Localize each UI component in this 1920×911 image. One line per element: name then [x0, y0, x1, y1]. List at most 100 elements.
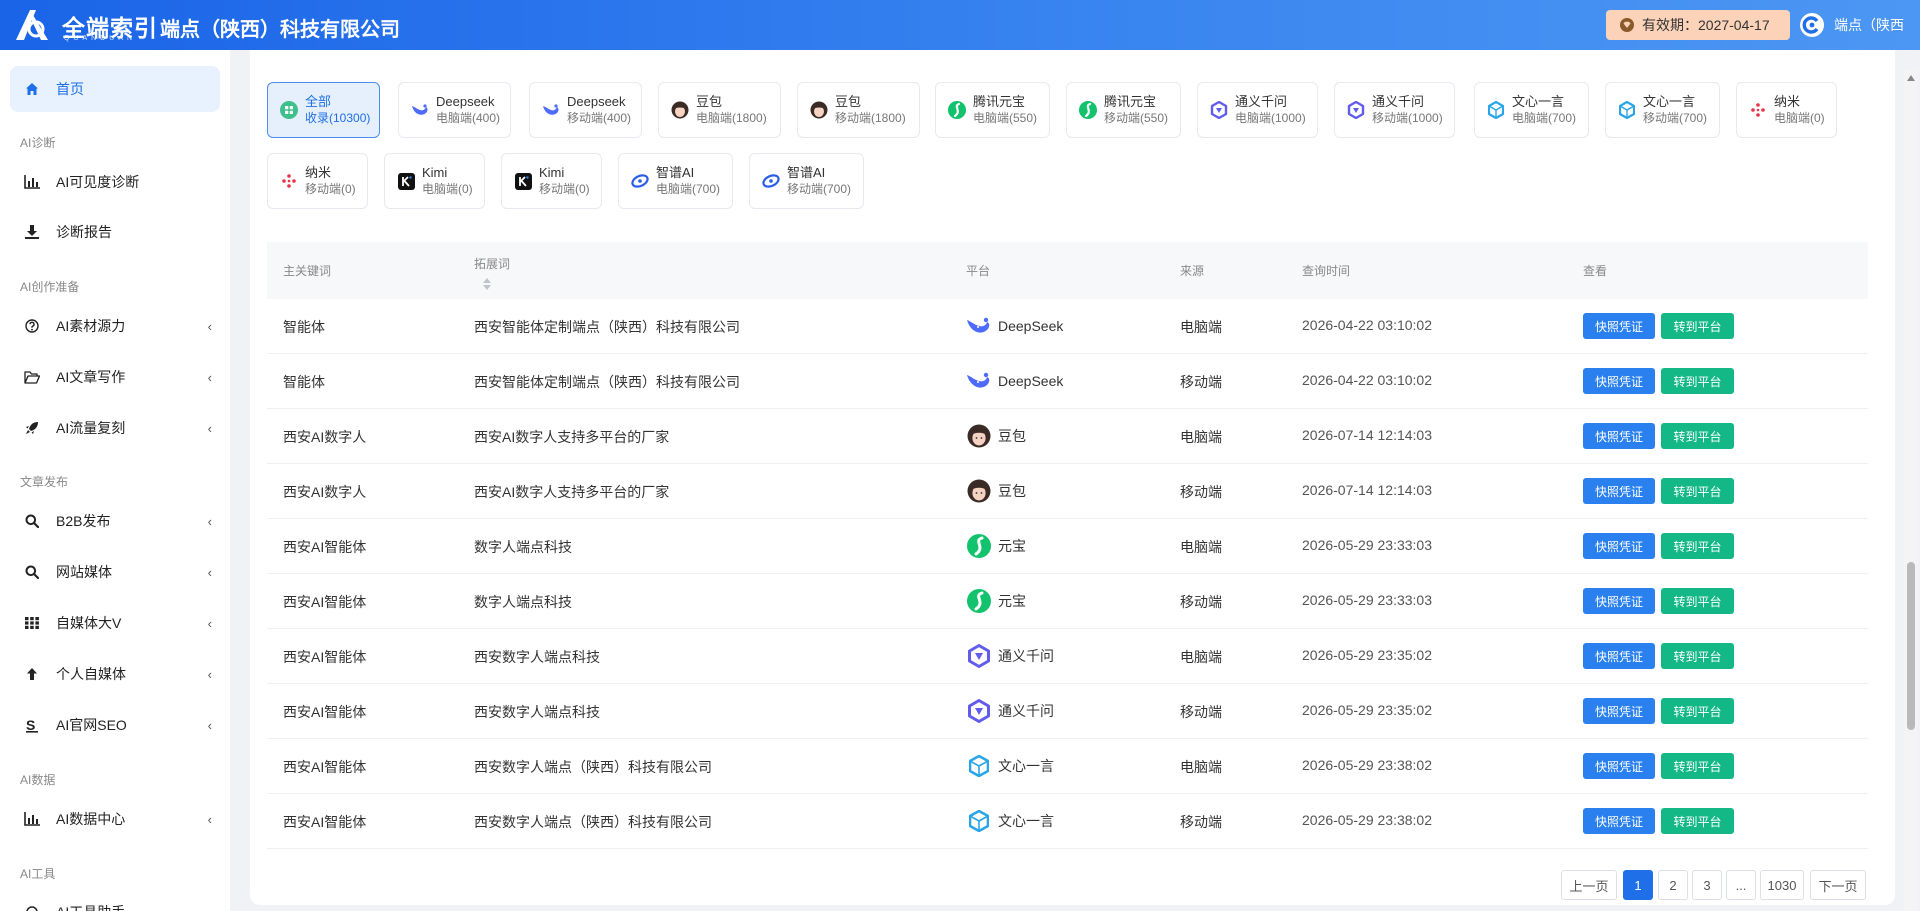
snapshot-button[interactable]: 快照凭证 — [1583, 313, 1655, 339]
snapshot-button[interactable]: 快照凭证 — [1583, 588, 1655, 614]
filter-chip-doubao-pc[interactable]: 豆包 电脑端(1800) — [658, 82, 781, 138]
goto-platform-button[interactable]: 转到平台 — [1661, 478, 1734, 504]
snapshot-button[interactable]: 快照凭证 — [1583, 698, 1655, 724]
prev-page-button[interactable]: 上一页 — [1561, 870, 1617, 900]
cell-expanded: 西安智能体定制端点（陕西）科技有限公司 — [474, 319, 740, 335]
filter-chip-name: 腾讯元宝 — [1104, 94, 1157, 109]
col-expanded[interactable]: 拓展词 — [474, 255, 510, 272]
cell-expanded: 数字人端点科技 — [474, 594, 572, 610]
goto-platform-button[interactable]: 转到平台 — [1661, 643, 1734, 669]
sidebar-item-tool-assist[interactable]: AI工具助手 — [10, 890, 220, 911]
cell-keyword: 西安AI智能体 — [283, 704, 367, 720]
sidebar-item-material[interactable]: AI素材源力 ‹ — [10, 304, 220, 348]
cell-platform: DeepSeek — [966, 313, 1063, 339]
filter-chip-zhipu-mobile[interactable]: 智谱AI 移动端(700) — [749, 153, 864, 209]
scrollbar-thumb[interactable] — [1907, 562, 1915, 730]
wenxin-icon — [1487, 101, 1505, 119]
sidebar-item-seo[interactable]: S AI官网SEO ‹ — [10, 703, 220, 747]
col-time: 查询时间 — [1302, 264, 1351, 278]
scrollbar-track[interactable] — [1904, 70, 1918, 911]
col-platform: 平台 — [966, 264, 991, 278]
cell-time: 2026-05-29 23:38:02 — [1302, 812, 1432, 828]
cell-platform: 通义千问 — [966, 698, 1054, 724]
filter-chip-count: 移动端(400) — [567, 111, 632, 125]
page-3-button[interactable]: 3 — [1692, 870, 1722, 900]
goto-platform-button[interactable]: 转到平台 — [1661, 423, 1734, 449]
sidebar-item-self-media[interactable]: 自媒体大V ‹ — [10, 601, 220, 645]
cell-source: 移动端 — [1180, 814, 1222, 830]
filter-chip-deepseek-pc[interactable]: Deepseek 电脑端(400) — [398, 82, 511, 138]
goto-platform-button[interactable]: 转到平台 — [1661, 753, 1734, 779]
sidebar-item-label: 个人自媒体 — [56, 666, 126, 682]
filter-chip-yuanbao-mobile[interactable]: 腾讯元宝 移动端(550) — [1066, 82, 1181, 138]
page-last-button[interactable]: 1030 — [1760, 870, 1804, 900]
filter-chip-count: 移动端(1000) — [1372, 111, 1443, 125]
snapshot-button[interactable]: 快照凭证 — [1583, 533, 1655, 559]
filter-chip-kimi-mobile[interactable]: Kimi 移动端(0) — [501, 153, 602, 209]
sort-icon[interactable] — [482, 277, 492, 291]
sidebar-item-writing[interactable]: AI文章写作 ‹ — [10, 355, 220, 399]
table-row: 西安AI数字人 西安AI数字人支持多平台的厂家 豆包 电脑端 2026-07-1… — [267, 409, 1868, 464]
sidebar: 首页 AI诊断 AI可见度诊断 诊断报告 AI创作准备 AI素材源力 ‹ AI文… — [0, 50, 230, 911]
folder-open-icon — [24, 369, 40, 385]
table-header: 主关键词 拓展词 平台 来源 查询时间 查看 — [267, 242, 1868, 299]
filter-chip-count: 电脑端(400) — [436, 111, 501, 125]
filter-chip-nami-pc[interactable]: 纳米 电脑端(0) — [1736, 82, 1837, 138]
filter-chip-kimi-pc[interactable]: Kimi 电脑端(0) — [384, 153, 485, 209]
filter-chip-tongyi-pc[interactable]: 通义千问 电脑端(1000) — [1197, 82, 1318, 138]
user-menu[interactable]: 端点（陕西 — [1800, 13, 1904, 37]
filter-chip-tongyi-mobile[interactable]: 通义千问 移动端(1000) — [1334, 82, 1455, 138]
sidebar-item-personal-media[interactable]: 个人自媒体 ‹ — [10, 652, 220, 696]
filter-chip-name: 豆包 — [696, 94, 723, 109]
cell-source: 电脑端 — [1180, 319, 1222, 335]
sidebar-item-home[interactable]: 首页 — [10, 66, 220, 112]
goto-platform-button[interactable]: 转到平台 — [1661, 313, 1734, 339]
goto-platform-button[interactable]: 转到平台 — [1661, 588, 1734, 614]
cell-time: 2026-05-29 23:38:02 — [1302, 757, 1432, 773]
sidebar-item-report[interactable]: 诊断报告 — [10, 210, 220, 254]
cell-platform: 文心一言 — [966, 808, 1054, 834]
goto-platform-button[interactable]: 转到平台 — [1661, 533, 1734, 559]
cell-time: 2026-07-14 12:14:03 — [1302, 427, 1432, 443]
cell-source: 移动端 — [1180, 704, 1222, 720]
goto-platform-button[interactable]: 转到平台 — [1661, 698, 1734, 724]
sidebar-item-visibility[interactable]: AI可见度诊断 — [10, 160, 220, 204]
filter-chip-name: 文心一言 — [1643, 94, 1696, 109]
filter-chip-zhipu-pc[interactable]: 智谱AI 电脑端(700) — [618, 153, 733, 209]
filter-chip-wenxin-pc[interactable]: 文心一言 电脑端(700) — [1474, 82, 1589, 138]
page-2-button[interactable]: 2 — [1658, 870, 1688, 900]
goto-platform-button[interactable]: 转到平台 — [1661, 808, 1734, 834]
filter-chip-wenxin-mobile[interactable]: 文心一言 移动端(700) — [1605, 82, 1720, 138]
filter-chip-yuanbao-pc[interactable]: 腾讯元宝 电脑端(550) — [935, 82, 1050, 138]
sidebar-item-site-media[interactable]: 网站媒体 ‹ — [10, 550, 220, 594]
filter-chip-deepseek-mobile[interactable]: Deepseek 移动端(400) — [529, 82, 642, 138]
sidebar-item-traffic[interactable]: AI流量复刻 ‹ — [10, 406, 220, 450]
filter-chip-name: 智谱AI — [656, 165, 695, 180]
sidebar-item-data-center[interactable]: AI数据中心 ‹ — [10, 797, 220, 841]
filter-chip-doubao-mobile[interactable]: 豆包 移动端(1800) — [797, 82, 920, 138]
scroll-up-arrow-icon[interactable] — [1906, 74, 1916, 82]
cell-platform: 元宝 — [966, 588, 1026, 614]
brand-subtitle: QUANDUAN — [64, 35, 137, 42]
snapshot-button[interactable]: 快照凭证 — [1583, 643, 1655, 669]
deepseek-icon — [542, 101, 560, 119]
filter-chip-nami-mobile[interactable]: 纳米 移动端(0) — [267, 153, 368, 209]
snapshot-button[interactable]: 快照凭证 — [1583, 478, 1655, 504]
snapshot-button[interactable]: 快照凭证 — [1583, 808, 1655, 834]
snapshot-button[interactable]: 快照凭证 — [1583, 753, 1655, 779]
table-row: 西安AI智能体 西安数字人端点（陕西）科技有限公司 文心一言 移动端 2026-… — [267, 794, 1868, 849]
next-page-button[interactable]: 下一页 — [1810, 870, 1866, 900]
cell-time: 2026-05-29 23:33:03 — [1302, 537, 1432, 553]
filter-chip-count: 电脑端(700) — [1512, 111, 1577, 125]
cell-keyword: 西安AI智能体 — [283, 814, 367, 830]
snapshot-button[interactable]: 快照凭证 — [1583, 423, 1655, 449]
arrow-up-icon — [24, 666, 40, 682]
search-icon — [24, 564, 40, 580]
page-ellipsis: ... — [1726, 870, 1756, 900]
page-1-button[interactable]: 1 — [1623, 870, 1653, 900]
filter-chip-all[interactable]: 全部 收录(10300) — [267, 82, 380, 138]
snapshot-button[interactable]: 快照凭证 — [1583, 368, 1655, 394]
sidebar-item-b2b[interactable]: B2B发布 ‹ — [10, 499, 220, 543]
goto-platform-button[interactable]: 转到平台 — [1661, 368, 1734, 394]
table-row: 西安AI数字人 西安AI数字人支持多平台的厂家 豆包 移动端 2026-07-1… — [267, 464, 1868, 519]
